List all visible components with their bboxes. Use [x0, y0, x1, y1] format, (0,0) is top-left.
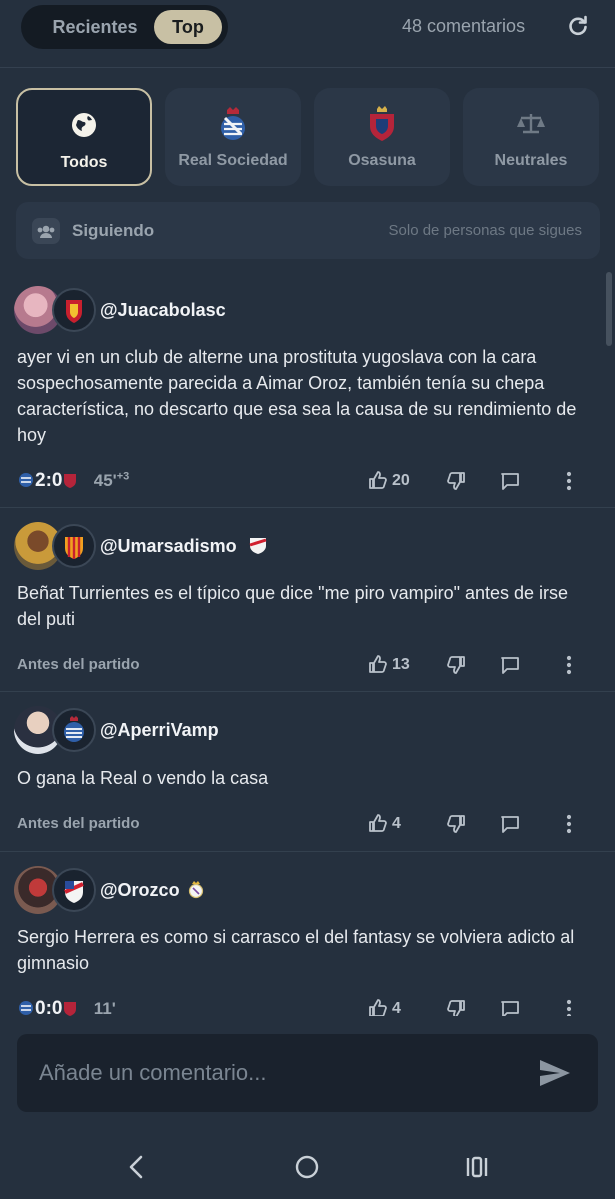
comment-item: @Umarsadismo Beñat Turrientes es el típi… — [0, 508, 615, 692]
score-value: 2:0 — [35, 470, 63, 491]
osasuna-crest-icon — [64, 474, 77, 488]
comment-input[interactable] — [39, 1056, 519, 1090]
tab-top[interactable]: Top — [154, 10, 222, 44]
reply-icon[interactable] — [500, 470, 520, 492]
thumbs-down-icon[interactable] — [446, 654, 466, 676]
filter-label: Osasuna — [348, 152, 416, 169]
match-minute: 45' — [93, 471, 117, 490]
recent-apps-icon[interactable] — [462, 1152, 492, 1182]
filter-neutrales[interactable]: Neutrales — [463, 88, 599, 186]
sort-toggle: Recientes Top — [21, 5, 228, 49]
comment-count: 48 comentarios — [402, 16, 526, 36]
send-icon[interactable] — [538, 1058, 572, 1088]
people-icon — [32, 218, 60, 244]
reply-icon[interactable] — [500, 654, 520, 676]
tab-recientes[interactable]: Recientes — [31, 10, 159, 44]
filter-osasuna[interactable]: Osasuna — [314, 88, 450, 186]
following-label: Siguiendo — [72, 221, 155, 240]
username[interactable]: @Orozco — [100, 880, 180, 901]
comment-item: @AperriVamp O gana la Real o vendo la ca… — [0, 692, 615, 852]
real-sociedad-crest-icon — [19, 473, 33, 487]
real-madrid-crest-icon — [188, 881, 204, 899]
username[interactable]: @AperriVamp — [100, 720, 219, 741]
thumbs-up-icon — [369, 655, 387, 673]
filter-todos[interactable]: Todos — [16, 88, 152, 186]
more-options-icon[interactable] — [566, 654, 572, 676]
like-count: 13 — [392, 656, 410, 673]
filter-label: Todos — [60, 154, 108, 171]
like-button[interactable]: 20 — [368, 470, 418, 492]
filter-label: Neutrales — [494, 152, 568, 169]
comment-text: Beñat Turrientes es el típico que dice "… — [17, 583, 569, 629]
following-filter[interactable]: Siguiendo Solo de personas que sigues — [16, 202, 600, 259]
thumbs-down-icon[interactable] — [446, 813, 466, 835]
real-sociedad-crest-icon — [221, 107, 245, 140]
globe-icon — [72, 113, 96, 137]
comment-text: ayer vi en un club de alterne una prosti… — [17, 347, 577, 445]
username[interactable]: @Umarsadismo — [100, 536, 237, 557]
comment-text: Sergio Herrera es como si carrasco el de… — [17, 927, 575, 973]
header: Recientes Top 48 comentarios — [0, 0, 615, 68]
thumbs-up-icon — [369, 814, 387, 832]
rayo-vallecano-crest-icon — [52, 868, 96, 912]
comment-item: @Orozco Sergio Herrera es como si carras… — [0, 852, 615, 1022]
comment-item: @Juacabolasc ayer vi en un club de alter… — [0, 272, 615, 508]
reply-icon[interactable] — [500, 813, 520, 835]
real-sociedad-crest-icon — [52, 708, 96, 752]
thumbs-down-icon[interactable] — [446, 470, 466, 492]
match-score: 2:0 45'+3 — [17, 470, 129, 492]
more-options-icon[interactable] — [566, 813, 572, 835]
like-button[interactable]: 4 — [368, 813, 418, 835]
like-button[interactable]: 13 — [368, 654, 418, 676]
composer-area — [0, 1016, 615, 1140]
team-filters: Todos Real Sociedad Osasuna Neutrales — [16, 88, 615, 188]
filter-real-sociedad[interactable]: Real Sociedad — [165, 88, 301, 186]
back-icon[interactable] — [122, 1152, 152, 1182]
filter-label: Real Sociedad — [178, 152, 288, 169]
valencia-crest-icon — [52, 524, 96, 568]
osasuna-crest-icon — [64, 1002, 77, 1016]
like-count: 20 — [392, 472, 410, 489]
real-sociedad-crest-icon — [19, 1001, 33, 1015]
comment-text: O gana la Real o vendo la casa — [17, 768, 269, 788]
refresh-icon[interactable] — [566, 14, 590, 38]
match-moment: Antes del partido — [17, 815, 140, 832]
match-moment: Antes del partido — [17, 656, 140, 673]
comment-composer — [17, 1034, 598, 1112]
rayo-vallecano-crest-icon — [249, 538, 267, 554]
thumbs-up-icon — [369, 999, 387, 1017]
username[interactable]: @Juacabolasc — [100, 300, 226, 321]
thumbs-up-icon — [369, 471, 387, 489]
added-time: +3 — [116, 470, 130, 483]
osasuna-crest-icon — [370, 106, 394, 141]
home-icon[interactable] — [292, 1152, 322, 1182]
mallorca-crest-icon — [52, 288, 96, 332]
like-count: 4 — [392, 815, 401, 832]
scale-icon — [517, 114, 545, 134]
more-options-icon[interactable] — [566, 470, 572, 492]
following-hint: Solo de personas que sigues — [388, 222, 582, 239]
system-nav-bar — [0, 1140, 615, 1199]
